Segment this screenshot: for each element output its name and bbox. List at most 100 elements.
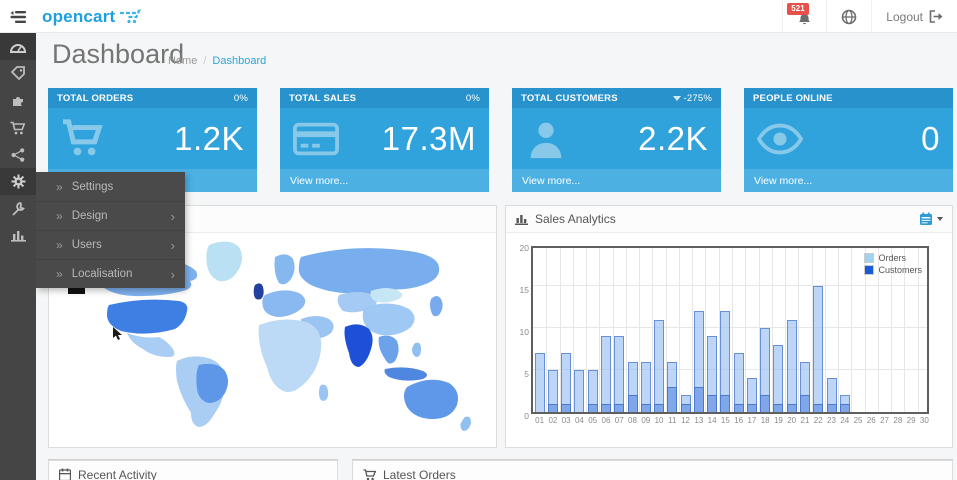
sidebar-item-marketing[interactable] — [0, 141, 36, 168]
x-axis-tick: 21 — [801, 416, 810, 425]
logout-icon — [929, 10, 943, 23]
x-axis-tick: 11 — [668, 416, 676, 425]
x-axis-tick: 28 — [893, 416, 902, 425]
customers-bar — [813, 404, 823, 412]
latest-orders-panel: Latest Orders — [352, 460, 953, 480]
breadcrumb: Home / Dashboard — [168, 55, 266, 67]
opencart-logo[interactable]: opencart — [42, 0, 141, 33]
tile-change: -275% — [684, 93, 712, 104]
tile-change: 0% — [466, 93, 480, 104]
gear-icon — [11, 174, 26, 189]
puzzle-icon — [11, 93, 26, 108]
mouse-cursor — [113, 327, 123, 341]
orders-bar — [535, 353, 545, 412]
tile-total-customers: TOTAL CUSTOMERS -275% 2.2K View more... — [512, 88, 721, 192]
customers-bar — [734, 404, 744, 412]
double-chevron-icon — [56, 238, 72, 252]
double-chevron-icon — [56, 180, 72, 194]
double-chevron-icon — [56, 267, 72, 281]
breadcrumb-separator: / — [203, 55, 206, 67]
panel-title: Sales Analytics — [535, 212, 616, 226]
customers-bar — [800, 395, 810, 412]
customers-bar — [641, 404, 651, 412]
sidebar-item-tools[interactable] — [0, 195, 36, 222]
gridline — [679, 248, 680, 412]
customers-bar — [654, 404, 664, 412]
customers-bar — [614, 404, 624, 412]
x-axis-tick: 15 — [721, 416, 730, 425]
sidebar-item-catalog[interactable] — [0, 60, 36, 87]
x-axis-tick: 13 — [694, 416, 703, 425]
customers-bar — [840, 404, 850, 412]
chevron-right-icon — [171, 267, 175, 282]
tile-title: PEOPLE ONLINE — [753, 93, 833, 104]
submenu-item-settings[interactable]: Settings — [36, 172, 185, 201]
x-axis-tick: 17 — [747, 416, 756, 425]
x-axis-tick: 30 — [920, 416, 929, 425]
sidebar-item-system[interactable] — [0, 168, 36, 195]
chevron-right-icon — [171, 238, 175, 253]
customers-bar — [601, 404, 611, 412]
eye-icon — [757, 122, 803, 156]
chart-plot[interactable]: Orders Customers 05101520010203040506070… — [531, 246, 929, 414]
calendar-icon — [919, 212, 933, 226]
y-axis-tick: 0 — [524, 411, 529, 421]
calendar-dropdown-button[interactable] — [919, 212, 943, 226]
y-axis-tick: 5 — [524, 369, 529, 379]
wrench-icon — [11, 202, 25, 216]
sidebar-item-sales[interactable] — [0, 114, 36, 141]
x-axis-tick: 26 — [867, 416, 876, 425]
orders-bar — [773, 345, 783, 412]
submenu-item-users[interactable]: Users — [36, 230, 185, 259]
notifications-button[interactable]: 521 — [782, 0, 826, 33]
sidebar-item-dashboard[interactable] — [0, 33, 36, 60]
gridline — [533, 285, 927, 286]
orders-bar — [787, 320, 797, 412]
sidebar-item-reports[interactable] — [0, 222, 36, 249]
page-title: Dashboard — [52, 39, 184, 70]
chart-legend: Orders Customers — [864, 253, 922, 277]
customers-bar — [667, 387, 677, 412]
breadcrumb-home[interactable]: Home — [168, 55, 197, 67]
customers-bar — [747, 404, 757, 412]
x-axis-tick: 16 — [734, 416, 743, 425]
panel-title: Latest Orders — [383, 468, 456, 480]
tile-value: 0 — [921, 120, 940, 158]
logo-text: opencart — [42, 7, 115, 27]
x-axis-tick: 03 — [562, 416, 571, 425]
customers-bar — [628, 395, 638, 412]
x-axis-tick: 20 — [787, 416, 796, 425]
shopping-cart-icon — [61, 118, 107, 160]
calendar-icon — [59, 468, 71, 480]
chevron-down-icon — [937, 217, 943, 221]
submenu-item-design[interactable]: Design — [36, 201, 185, 230]
view-more-link[interactable]: View more... — [744, 169, 953, 192]
y-axis-tick: 10 — [520, 327, 529, 337]
customers-bar — [561, 404, 571, 412]
opencart-admin-dashboard: Dashboard Home / Dashboard TOTAL ORDERS … — [0, 0, 957, 480]
globe-icon — [841, 9, 857, 25]
x-axis-tick: 27 — [880, 416, 889, 425]
stores-button[interactable] — [826, 0, 871, 33]
view-more-link[interactable]: View more... — [512, 169, 721, 192]
view-more-link[interactable]: View more... — [280, 169, 489, 192]
customers-bar — [588, 404, 598, 412]
sidebar-item-extensions[interactable] — [0, 87, 36, 114]
x-axis-tick: 04 — [575, 416, 584, 425]
orders-bar — [601, 336, 611, 412]
legend-swatch-customers — [864, 265, 874, 275]
logout-button[interactable]: Logout — [871, 0, 957, 33]
gridline — [838, 248, 839, 412]
y-axis-tick: 15 — [520, 285, 529, 295]
top-bar: opencart 521 Logout — [0, 0, 957, 33]
logout-label: Logout — [886, 10, 923, 24]
customers-bar — [707, 395, 717, 412]
breadcrumb-current[interactable]: Dashboard — [212, 55, 266, 67]
submenu-item-localisation[interactable]: Localisation — [36, 259, 185, 288]
sidebar-toggle-button[interactable] — [0, 0, 36, 33]
x-axis-tick: 12 — [681, 416, 690, 425]
gridline — [851, 248, 852, 412]
tile-title: TOTAL CUSTOMERS — [521, 93, 618, 104]
x-axis-tick: 25 — [854, 416, 863, 425]
x-axis-tick: 05 — [588, 416, 597, 425]
